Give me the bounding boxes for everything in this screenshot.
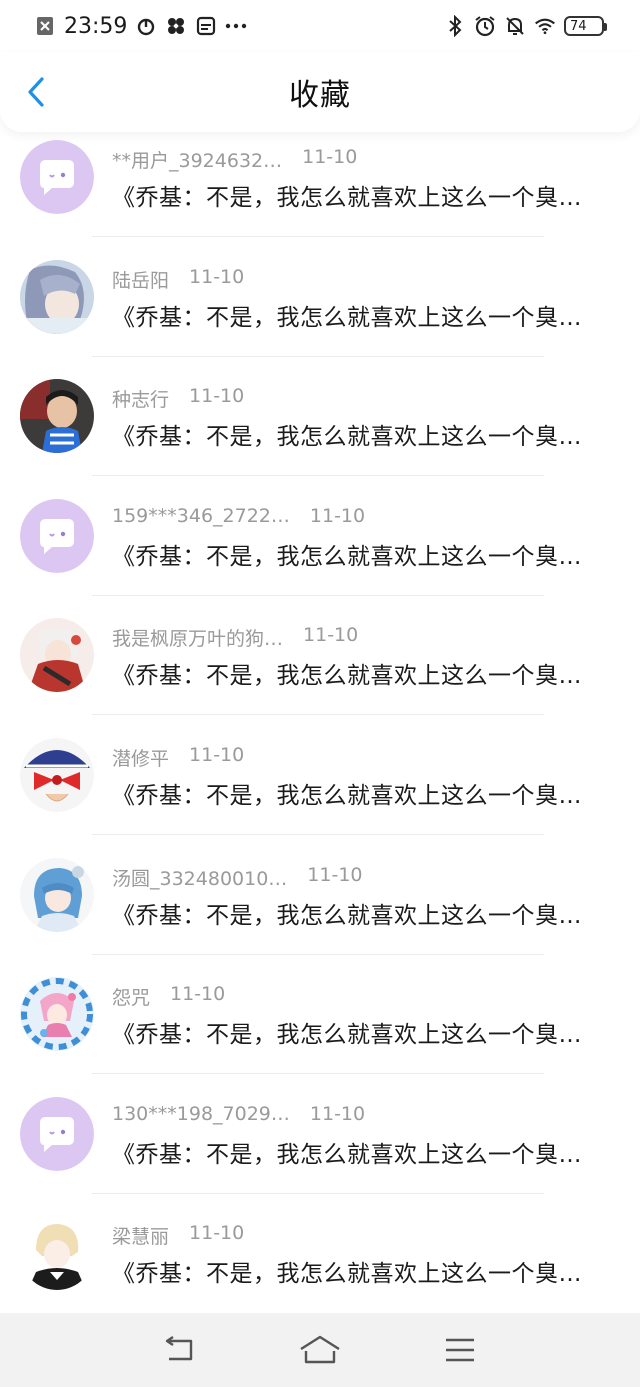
battery-indicator: 74	[564, 16, 607, 36]
divider	[92, 953, 544, 955]
divider	[92, 475, 544, 477]
avatar[interactable]	[20, 1096, 94, 1171]
item-content: 《乔基：不是，我怎么就喜欢上这么一个臭…	[112, 902, 582, 929]
nav-home-button[interactable]	[295, 1330, 345, 1370]
item-meta: 130***198_7029… 11-10	[112, 1103, 365, 1125]
user-name: 潜修平	[112, 747, 170, 770]
chevron-left-icon	[28, 77, 44, 107]
user-name: **用户_3924632…	[112, 150, 283, 172]
item-meta: 潜修平 11-10	[112, 744, 244, 771]
user-name: 种志行	[112, 389, 170, 412]
battery-level: 74	[570, 18, 587, 34]
item-meta: 梁慧丽 11-10	[112, 1222, 244, 1249]
back-icon	[165, 1336, 193, 1361]
list-item[interactable]: 130***198_7029… 11-10 《乔基：不是，我怎么就喜欢上这么一个…	[0, 1089, 640, 1209]
wifi-icon	[534, 15, 556, 37]
item-content: 《乔基：不是，我怎么就喜欢上这么一个臭…	[112, 1022, 582, 1049]
favorites-list: **用户_3924632… 11-10 《乔基：不是，我怎么就喜欢上这么一个臭……	[0, 132, 640, 1328]
item-meta: 159***346_2722… 11-10	[112, 505, 365, 527]
avatar[interactable]	[20, 737, 94, 812]
item-meta: 汤圆_332480010… 11-10	[112, 864, 363, 891]
app-icon	[195, 15, 217, 37]
list-item[interactable]: 陆岳阳 11-10 《乔基：不是，我怎么就喜欢上这么一个臭…	[0, 252, 640, 372]
divider	[92, 833, 544, 835]
status-right: 74	[444, 15, 607, 37]
user-name: 我是枫原万叶的狗…	[112, 628, 284, 651]
avatar[interactable]	[20, 498, 94, 573]
status-bar: 23:59 74	[0, 0, 640, 52]
system-nav-bar	[0, 1313, 640, 1387]
list-item[interactable]: 我是枫原万叶的狗… 11-10 《乔基：不是，我怎么就喜欢上这么一个臭…	[0, 610, 640, 730]
item-date: 11-10	[189, 743, 245, 766]
more-notifications-icon	[225, 15, 247, 37]
header: 收藏	[0, 52, 640, 132]
item-meta: 我是枫原万叶的狗… 11-10	[112, 624, 358, 651]
item-date: 11-10	[309, 1102, 366, 1125]
item-meta: 种志行 11-10	[112, 385, 244, 412]
alarm-icon	[474, 15, 496, 37]
bluetooth-icon	[444, 15, 466, 37]
item-content: 《乔基：不是，我怎么就喜欢上这么一个臭…	[112, 1261, 582, 1288]
list-item[interactable]: 潜修平 11-10 《乔基：不是，我怎么就喜欢上这么一个臭…	[0, 730, 640, 850]
item-date: 11-10	[189, 1222, 245, 1245]
list-item[interactable]: 怨咒 11-10 《乔基：不是，我怎么就喜欢上这么一个臭…	[0, 969, 640, 1089]
user-name: 陆岳阳	[112, 269, 170, 292]
item-meta: 陆岳阳 11-10	[112, 266, 244, 293]
divider	[92, 594, 544, 596]
item-content: 《乔基：不是，我怎么就喜欢上这么一个臭…	[112, 1141, 582, 1168]
item-date: 11-10	[307, 863, 363, 886]
user-name: 怨咒	[112, 987, 151, 1010]
item-meta: 怨咒 11-10	[112, 983, 225, 1010]
mute-icon	[504, 15, 526, 37]
fan-icon	[165, 15, 187, 37]
divider	[92, 714, 544, 716]
avatar[interactable]	[20, 140, 94, 214]
home-icon	[300, 1335, 340, 1364]
item-date: 11-10	[309, 504, 366, 527]
nav-menu-button[interactable]	[435, 1330, 485, 1370]
item-content: 《乔基：不是，我怎么就喜欢上这么一个臭…	[112, 543, 582, 570]
item-content: 《乔基：不是，我怎么就喜欢上这么一个臭…	[112, 304, 582, 331]
item-date: 11-10	[189, 265, 245, 288]
avatar[interactable]	[20, 259, 94, 334]
page-title: 收藏	[289, 78, 351, 113]
status-time: 23:59	[64, 13, 128, 39]
user-name: 汤圆_332480010…	[112, 867, 288, 890]
avatar[interactable]	[20, 857, 94, 932]
list-item[interactable]: 汤圆_332480010… 11-10 《乔基：不是，我怎么就喜欢上这么一个臭…	[0, 850, 640, 970]
user-name: 梁慧丽	[112, 1226, 170, 1249]
item-content: 《乔基：不是，我怎么就喜欢上这么一个臭…	[112, 185, 582, 211]
user-name: 159***346_2722…	[112, 504, 290, 527]
list-item[interactable]: **用户_3924632… 11-10 《乔基：不是，我怎么就喜欢上这么一个臭…	[0, 132, 640, 252]
divider	[92, 1192, 544, 1194]
menu-icon	[446, 1338, 474, 1362]
list-item[interactable]: 159***346_2722… 11-10 《乔基：不是，我怎么就喜欢上这么一个…	[0, 491, 640, 611]
user-name: 130***198_7029…	[112, 1102, 290, 1125]
divider	[92, 236, 544, 237]
timer-icon	[135, 15, 157, 37]
divider	[92, 1073, 544, 1075]
back-button[interactable]	[18, 74, 54, 110]
item-content: 《乔基：不是，我怎么就喜欢上这么一个臭…	[112, 663, 582, 690]
item-date: 11-10	[170, 983, 226, 1006]
item-content: 《乔基：不是，我怎么就喜欢上这么一个臭…	[112, 782, 582, 809]
status-left: 23:59	[34, 14, 247, 39]
notification-icon	[34, 15, 56, 37]
avatar[interactable]	[20, 618, 94, 693]
avatar[interactable]	[20, 379, 94, 454]
divider	[92, 355, 544, 357]
avatar[interactable]	[20, 977, 94, 1052]
item-content: 《乔基：不是，我怎么就喜欢上这么一个臭…	[112, 424, 582, 451]
list-item[interactable]: 种志行 11-10 《乔基：不是，我怎么就喜欢上这么一个臭…	[0, 371, 640, 491]
item-date: 11-10	[189, 385, 245, 408]
avatar[interactable]	[20, 1216, 94, 1291]
item-meta: **用户_3924632… 11-10	[112, 146, 357, 173]
item-date: 11-10	[302, 146, 358, 168]
list-item[interactable]: 梁慧丽 11-10 《乔基：不是，我怎么就喜欢上这么一个臭…	[0, 1208, 640, 1328]
nav-back-button[interactable]	[155, 1330, 205, 1370]
item-date: 11-10	[303, 624, 359, 647]
